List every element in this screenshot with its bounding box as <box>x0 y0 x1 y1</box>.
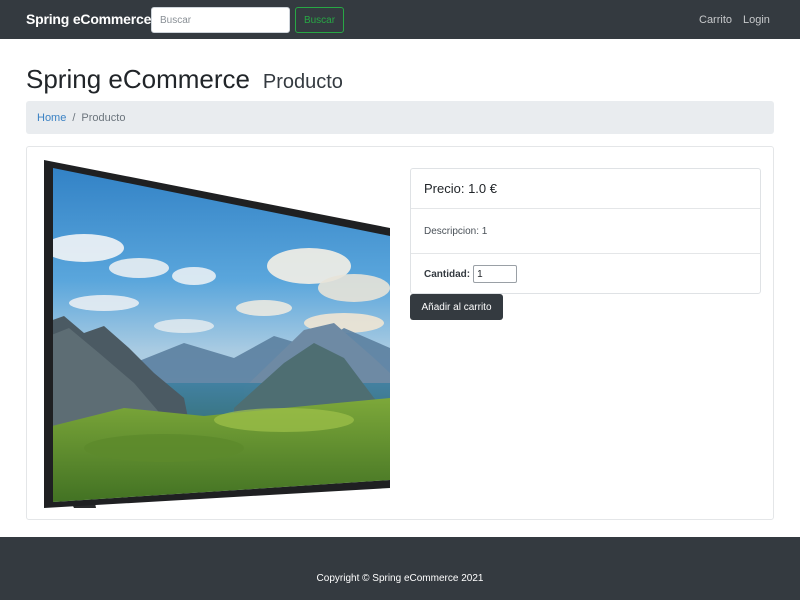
price-item: Precio: 1.0 € <box>411 169 760 209</box>
add-to-cart-button[interactable]: Añadir al carrito <box>410 294 503 320</box>
breadcrumb: Home / Producto <box>26 101 774 134</box>
search-input[interactable] <box>151 7 290 33</box>
quantity-label: Cantidad: <box>424 268 471 280</box>
product-price: Precio: 1.0 € <box>424 181 497 196</box>
product-description: Descripcion: 1 <box>424 225 488 237</box>
description-item: Descripcion: 1 <box>411 209 760 254</box>
nav-link-carrito[interactable]: Carrito <box>699 14 732 26</box>
nav-link-login[interactable]: Login <box>743 14 770 26</box>
page-title-main: Spring eCommerce <box>26 64 250 94</box>
product-image <box>44 160 390 508</box>
quantity-item: Cantidad: <box>411 254 760 294</box>
quantity-input[interactable] <box>473 265 518 283</box>
search-button[interactable]: Buscar <box>295 7 344 33</box>
page-title: Spring eCommerce Producto <box>26 59 343 96</box>
footer: Copyright © Spring eCommerce 2021 <box>0 537 800 600</box>
breadcrumb-current: Producto <box>81 111 126 124</box>
product-details: Precio: 1.0 € Descripcion: 1 Cantidad: <box>410 168 761 294</box>
footer-copyright: Copyright © Spring eCommerce 2021 <box>316 573 484 584</box>
page-title-sub: Producto <box>262 71 343 93</box>
brand-link[interactable]: Spring eCommerce <box>26 11 151 27</box>
navbar: Spring eCommerce Buscar Carrito Login <box>0 0 800 39</box>
breadcrumb-separator: / <box>72 111 76 124</box>
breadcrumb-home-link[interactable]: Home <box>37 112 66 124</box>
